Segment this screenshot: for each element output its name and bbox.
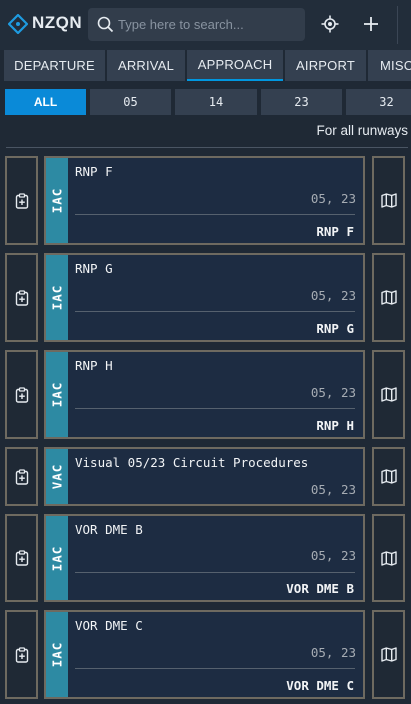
chart-card[interactable]: IAC RNP H 05, 23 RNP H [44, 350, 365, 439]
add-button[interactable] [359, 12, 383, 36]
clipboard-plus-icon [15, 468, 28, 485]
chart-runways: 05, 23 [310, 288, 356, 303]
runway-filter-05[interactable]: 05 [90, 89, 171, 115]
chart-runways: 05, 23 [310, 645, 356, 660]
chart-clipboard-button[interactable] [5, 156, 38, 245]
search-icon [97, 16, 114, 33]
chart-card-divider [75, 311, 355, 312]
chart-type-label: IAC [49, 284, 65, 311]
runway-note: For all runways [316, 123, 408, 138]
chart-card-divider [75, 408, 355, 409]
chart-type-label: IAC [49, 545, 65, 571]
map-icon [380, 647, 397, 662]
plus-icon [364, 17, 378, 31]
chart-ident: RNP F [316, 224, 354, 239]
chart-map-button[interactable] [372, 610, 405, 699]
app-header: NZQN [0, 0, 411, 50]
chart-title: RNP H [75, 358, 113, 373]
chart-title: Visual 05/23 Circuit Procedures [75, 455, 309, 470]
search-input[interactable] [118, 15, 298, 34]
chart-ident: RNP H [316, 418, 354, 433]
tab-departure[interactable]: DEPARTURE [4, 50, 105, 81]
header-divider [397, 6, 398, 44]
chart-ident: RNP G [316, 321, 354, 336]
chart-runways: 05, 23 [310, 191, 356, 206]
chart-map-button[interactable] [372, 447, 405, 506]
chart-type-badge: VAC [46, 449, 68, 504]
chart-type-badge: IAC [46, 158, 68, 243]
runway-filter-32[interactable]: 32 [346, 89, 411, 115]
runway-filter-14[interactable]: 14 [175, 89, 257, 115]
chart-card-divider [75, 668, 355, 669]
chart-clipboard-button[interactable] [5, 350, 38, 439]
chart-card-divider [75, 214, 355, 215]
chart-title: VOR DME B [75, 522, 143, 537]
chart-title: RNP G [75, 261, 113, 276]
clipboard-plus-icon [15, 192, 28, 209]
chart-type-label: VAC [49, 463, 65, 490]
section-divider [6, 147, 408, 148]
search-box[interactable] [88, 8, 305, 41]
clipboard-plus-icon [15, 646, 28, 663]
chart-clipboard-button[interactable] [5, 253, 38, 342]
chart-runways: 05, 23 [310, 385, 356, 400]
chart-map-button[interactable] [372, 156, 405, 245]
chart-card-divider [75, 572, 355, 573]
map-icon [380, 469, 397, 484]
chart-map-button[interactable] [372, 253, 405, 342]
crosshair-icon [321, 15, 339, 33]
chart-map-button[interactable] [372, 514, 405, 602]
chart-title: VOR DME C [75, 618, 143, 633]
category-tabs: DEPARTURE ARRIVAL APPROACH AIRPORT MISC [0, 50, 411, 82]
chart-type-label: IAC [49, 381, 65, 408]
map-icon [380, 550, 397, 566]
chart-map-button[interactable] [372, 350, 405, 439]
tab-airport[interactable]: AIRPORT [285, 50, 366, 81]
chart-card[interactable]: VAC Visual 05/23 Circuit Procedures 05, … [44, 447, 365, 506]
map-icon [380, 387, 397, 402]
logo-icon [8, 14, 28, 34]
runway-filter-all[interactable]: ALL [5, 89, 86, 115]
chart-runways: 05, 23 [310, 482, 356, 497]
map-icon [380, 290, 397, 305]
tab-approach[interactable]: APPROACH [187, 50, 283, 81]
tab-arrival[interactable]: ARRIVAL [107, 50, 185, 81]
chart-type-label: IAC [49, 187, 65, 214]
chart-type-badge: IAC [46, 516, 68, 600]
chart-runways: 05, 23 [310, 548, 356, 563]
chart-clipboard-button[interactable] [5, 514, 38, 602]
map-icon [380, 193, 397, 208]
chart-type-label: IAC [49, 641, 65, 668]
chart-title: RNP F [75, 164, 113, 179]
chart-ident: VOR DME B [286, 581, 354, 596]
chart-ident: VOR DME C [286, 678, 354, 693]
runway-filter-23[interactable]: 23 [261, 89, 342, 115]
chart-type-badge: IAC [46, 352, 68, 437]
locate-button[interactable] [318, 12, 342, 36]
runway-filter-row: ALL 05 14 23 32 [0, 89, 411, 115]
tab-misc[interactable]: MISC [368, 50, 411, 81]
chart-card[interactable]: IAC RNP F 05, 23 RNP F [44, 156, 365, 245]
chart-clipboard-button[interactable] [5, 447, 38, 506]
clipboard-plus-icon [15, 289, 28, 306]
chart-type-badge: IAC [46, 612, 68, 697]
clipboard-plus-icon [15, 550, 28, 566]
chart-card[interactable]: IAC VOR DME B 05, 23 VOR DME B [44, 514, 365, 602]
chart-card[interactable]: IAC VOR DME C 05, 23 VOR DME C [44, 610, 365, 699]
chart-clipboard-button[interactable] [5, 610, 38, 699]
chart-card[interactable]: IAC RNP G 05, 23 RNP G [44, 253, 365, 342]
clipboard-plus-icon [15, 386, 28, 403]
chart-type-badge: IAC [46, 255, 68, 340]
airport-code: NZQN [32, 13, 83, 32]
